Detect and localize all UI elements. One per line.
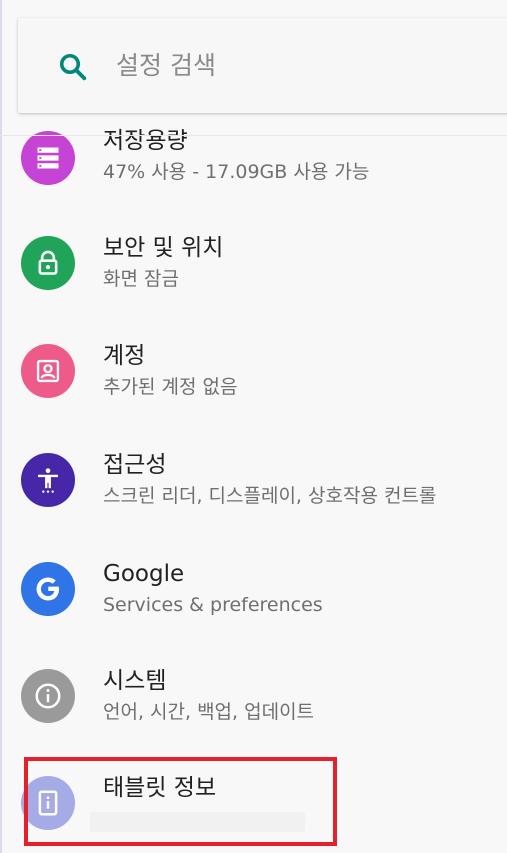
settings-item-title: 저장용량 [103,128,188,154]
search-divider [0,135,507,136]
settings-item-title: 시스템 [103,668,167,694]
search-bar[interactable]: 설정 검색 [18,18,507,113]
settings-item-title: 접근성 [103,452,167,478]
settings-item-accounts[interactable]: 계정 추가된 계정 없음 [0,318,507,426]
info-icon [21,669,75,723]
lock-icon [21,236,75,290]
settings-item-title: 계정 [103,343,146,369]
search-icon[interactable] [55,49,91,85]
settings-item-title: Google [103,561,185,587]
google-icon [21,562,75,616]
settings-item-subtitle: 추가된 계정 없음 [103,376,238,398]
settings-item-accessibility[interactable]: 접근성 스크린 리더, 디스플레이, 상호작용 컨트롤 [0,427,507,535]
settings-item-subtitle: Services & preferences [103,594,323,616]
accessibility-icon [21,453,75,507]
search-input[interactable]: 설정 검색 [116,48,216,84]
highlight-box [24,757,337,846]
settings-list[interactable]: 저장용량 47% 사용 - 17.09GB 사용 가능 보안 및 위치 화면 잠… [0,0,507,853]
settings-item-title: 보안 및 위치 [103,235,224,261]
settings-item-subtitle: 스크린 리더, 디스플레이, 상호작용 컨트롤 [103,485,437,507]
settings-item-subtitle: 화면 잠금 [103,268,179,290]
settings-item-subtitle: 언어, 시간, 백업, 업데이트 [103,701,315,723]
settings-item-subtitle: 47% 사용 - 17.09GB 사용 가능 [103,161,370,183]
settings-item-google[interactable]: Google Services & preferences [0,536,507,644]
settings-item-security[interactable]: 보안 및 위치 화면 잠금 [0,210,507,318]
settings-item-system[interactable]: 시스템 언어, 시간, 백업, 업데이트 [0,643,507,751]
account-icon [21,344,75,398]
storage-icon [21,131,75,185]
